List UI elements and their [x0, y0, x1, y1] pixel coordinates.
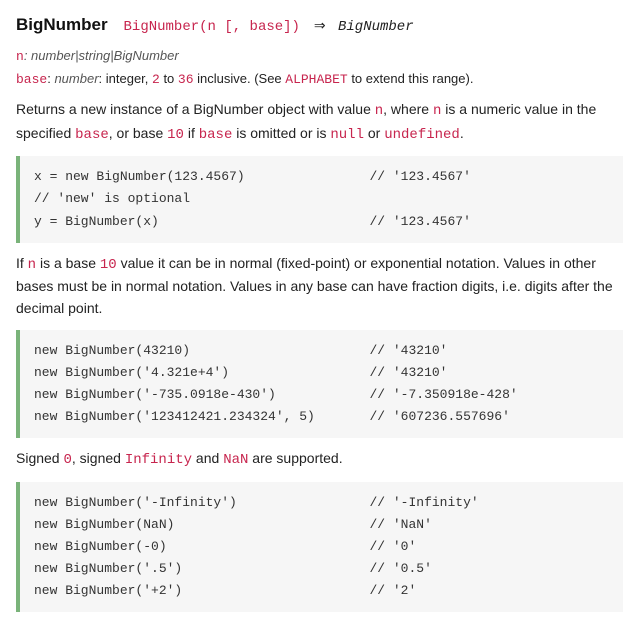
param-n-line: n: number|string|BigNumber — [16, 46, 623, 67]
method-signature: BigNumber(n [, base]) — [124, 19, 300, 35]
param-base-max: 36 — [178, 72, 194, 87]
param-n-type: : number|string|BigNumber — [24, 48, 179, 63]
param-base-desc1: : integer, — [99, 71, 152, 86]
code-block-2: new BigNumber(43210) // '43210' new BigN… — [16, 330, 623, 438]
param-base-type: number — [54, 71, 98, 86]
method-title: BigNumber — [16, 15, 108, 34]
method-return: ⇒ BigNumber — [310, 19, 414, 35]
description-3: Signed 0, signed Infinity and NaN are su… — [16, 448, 623, 472]
description-1: Returns a new instance of a BigNumber ob… — [16, 99, 623, 146]
param-base-desc3: inclusive. (See — [194, 71, 286, 86]
alphabet-link[interactable]: ALPHABET — [285, 72, 347, 87]
param-base-desc2: to — [160, 71, 178, 86]
code-block-1: x = new BigNumber(123.4567) // '123.4567… — [16, 156, 623, 242]
param-base-line: base: number: integer, 2 to 36 inclusive… — [16, 69, 623, 90]
method-header: BigNumber BigNumber(n [, base]) ⇒ BigNum… — [16, 12, 623, 38]
description-2: If n is a base 10 value it can be in nor… — [16, 253, 623, 320]
arrow-icon: ⇒ — [314, 17, 326, 33]
param-base-min: 2 — [152, 72, 160, 87]
param-base-name: base — [16, 72, 47, 87]
param-n-name: n — [16, 49, 24, 64]
code-block-3: new BigNumber('-Infinity') // '-Infinity… — [16, 482, 623, 612]
return-type: BigNumber — [338, 19, 414, 35]
param-base-desc4: to extend this range). — [348, 71, 474, 86]
